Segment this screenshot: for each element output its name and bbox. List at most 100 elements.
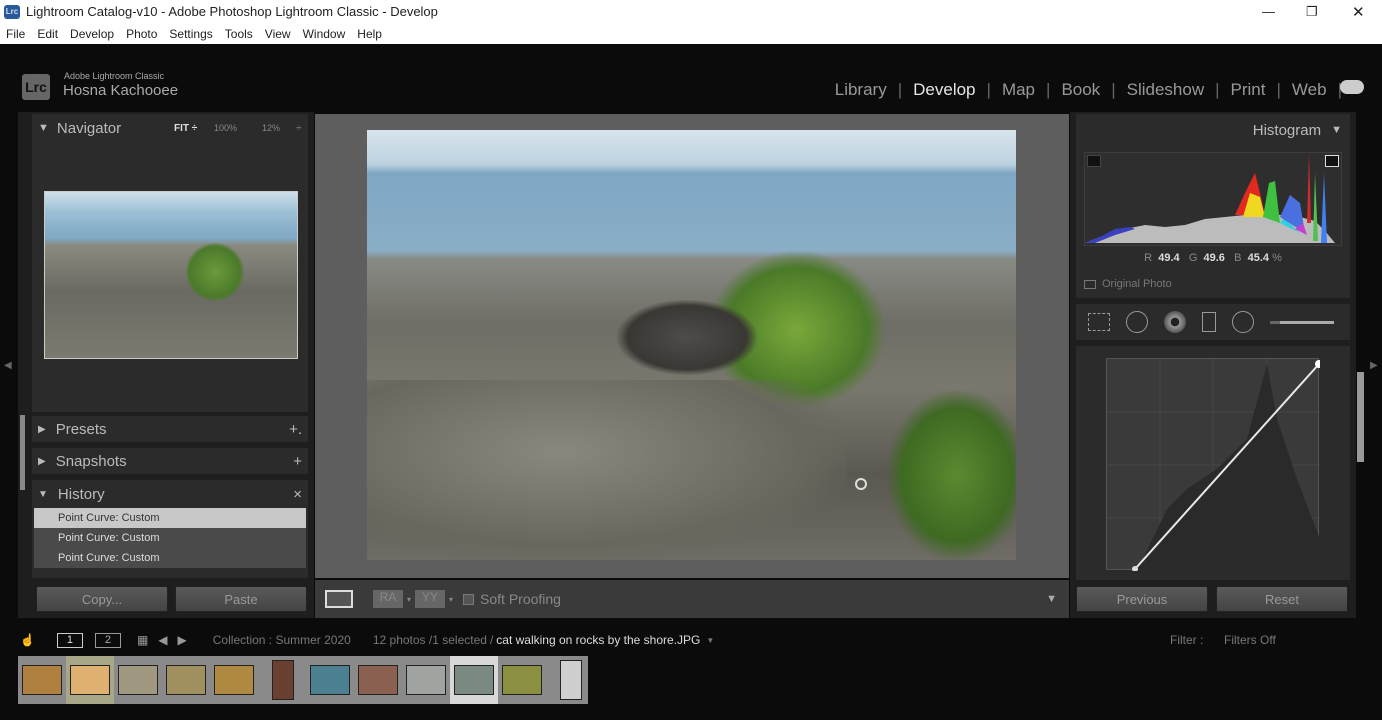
presets-panel[interactable]: ▶ Presets +. bbox=[32, 416, 308, 442]
snapshots-title: Snapshots bbox=[55, 452, 127, 470]
histogram-chart[interactable] bbox=[1084, 152, 1342, 246]
shadow-clipping-icon[interactable] bbox=[1087, 155, 1101, 167]
filmstrip-cell[interactable] bbox=[546, 656, 594, 704]
filmstrip-cell[interactable] bbox=[402, 656, 450, 704]
spot-removal-tool-icon[interactable] bbox=[1126, 311, 1148, 333]
thumbnail[interactable] bbox=[22, 665, 62, 695]
main-window-button[interactable]: 1 bbox=[56, 632, 83, 648]
before-after-button[interactable]: RA bbox=[373, 590, 403, 608]
thumbnail[interactable] bbox=[502, 665, 542, 695]
toolbar-menu-icon[interactable]: ▼ bbox=[1046, 593, 1057, 605]
histogram-green-spike bbox=[1313, 173, 1318, 241]
module-print[interactable]: Print bbox=[1220, 80, 1277, 100]
right-panel-toggle-icon[interactable]: ▶ bbox=[1370, 360, 1378, 371]
thumbnail[interactable] bbox=[214, 665, 254, 695]
soft-proofing-checkbox[interactable] bbox=[463, 593, 475, 605]
filmstrip-cell[interactable] bbox=[210, 656, 258, 704]
back-arrow-icon[interactable]: ◀ bbox=[158, 633, 167, 647]
filmstrip-cell[interactable] bbox=[306, 656, 354, 704]
navigator-preview[interactable] bbox=[44, 191, 298, 359]
zoom-fit[interactable]: FIT ÷ bbox=[174, 123, 197, 134]
grid-view-icon[interactable]: ▦ bbox=[137, 633, 148, 647]
history-item[interactable]: Point Curve: Custom bbox=[34, 528, 306, 548]
history-item[interactable]: Point Curve: Custom bbox=[34, 508, 306, 528]
menu-edit[interactable]: Edit bbox=[31, 27, 64, 41]
module-map[interactable]: Map bbox=[991, 80, 1046, 100]
filmstrip-cell[interactable] bbox=[258, 656, 306, 704]
collapse-triangle-icon[interactable]: ▼ bbox=[38, 122, 49, 134]
module-library[interactable]: Library bbox=[824, 80, 898, 100]
cloud-icon[interactable] bbox=[1340, 80, 1364, 94]
module-slideshow[interactable]: Slideshow bbox=[1116, 80, 1216, 100]
image-canvas[interactable] bbox=[315, 114, 1069, 578]
red-eye-tool-icon[interactable] bbox=[1164, 311, 1186, 333]
thumbnail[interactable] bbox=[560, 660, 582, 700]
swap-dropdown-icon[interactable]: ▾ bbox=[449, 595, 453, 604]
minimize-button[interactable]: — bbox=[1262, 4, 1275, 19]
filter-dropdown[interactable]: Filters Off bbox=[1224, 633, 1276, 647]
filename-dropdown-icon[interactable]: ▼ bbox=[706, 636, 714, 645]
collapse-triangle-icon[interactable]: ▼ bbox=[38, 489, 48, 500]
forward-arrow-icon[interactable]: ▶ bbox=[178, 633, 187, 647]
previous-button[interactable]: Previous bbox=[1076, 586, 1208, 612]
copy-button[interactable]: Copy... bbox=[36, 586, 168, 612]
filmstrip-cell[interactable] bbox=[450, 656, 498, 704]
zoom-custom[interactable]: 12% bbox=[262, 123, 280, 133]
collapse-triangle-icon[interactable]: ▼ bbox=[1331, 124, 1342, 136]
menu-tools[interactable]: Tools bbox=[219, 27, 259, 41]
filmstrip-cell[interactable] bbox=[162, 656, 210, 704]
left-scrollbar[interactable] bbox=[20, 415, 25, 490]
module-book[interactable]: Book bbox=[1050, 80, 1111, 100]
left-panel-toggle-icon[interactable]: ◀ bbox=[4, 360, 12, 371]
clear-history-icon[interactable]: × bbox=[293, 486, 302, 503]
radial-filter-icon[interactable] bbox=[1232, 311, 1254, 333]
menu-window[interactable]: Window bbox=[297, 27, 352, 41]
snapshots-panel[interactable]: ▶ Snapshots + bbox=[32, 448, 308, 474]
thumbnail[interactable] bbox=[118, 665, 158, 695]
thumbnail[interactable] bbox=[358, 665, 398, 695]
thumbnail[interactable] bbox=[166, 665, 206, 695]
second-window-button[interactable]: 2 bbox=[94, 632, 121, 648]
thumbnail[interactable] bbox=[406, 665, 446, 695]
zoom-100[interactable]: 100% bbox=[214, 123, 237, 133]
reset-button[interactable]: Reset bbox=[1216, 586, 1348, 612]
filmstrip-cell[interactable] bbox=[18, 656, 66, 704]
graduated-filter-icon[interactable] bbox=[1202, 312, 1216, 332]
add-snapshot-icon[interactable]: + bbox=[293, 453, 302, 470]
swap-button[interactable]: YY bbox=[415, 590, 446, 608]
filmstrip-cell[interactable] bbox=[354, 656, 402, 704]
menu-develop[interactable]: Develop bbox=[64, 27, 120, 41]
add-preset-icon[interactable]: +. bbox=[289, 421, 302, 438]
thumbnail[interactable] bbox=[454, 665, 494, 695]
menu-file[interactable]: File bbox=[0, 27, 31, 41]
before-after-dropdown-icon[interactable]: ▾ bbox=[407, 595, 411, 604]
menu-photo[interactable]: Photo bbox=[120, 27, 163, 41]
history-item[interactable]: Point Curve: Custom bbox=[34, 548, 306, 568]
module-develop[interactable]: Develop bbox=[902, 80, 986, 100]
menu-help[interactable]: Help bbox=[351, 27, 388, 41]
module-web[interactable]: Web bbox=[1281, 80, 1338, 100]
highlight-clipping-icon[interactable] bbox=[1325, 155, 1339, 167]
tool-strip bbox=[1076, 304, 1350, 340]
filmstrip-cell[interactable] bbox=[66, 656, 114, 704]
adjustment-brush-slider[interactable] bbox=[1270, 320, 1334, 324]
right-scrollbar[interactable] bbox=[1357, 372, 1364, 462]
close-button[interactable]: ✕ bbox=[1352, 3, 1365, 21]
filmstrip-cell[interactable] bbox=[114, 656, 162, 704]
filmstrip-cell[interactable] bbox=[498, 656, 546, 704]
paste-button[interactable]: Paste bbox=[175, 586, 307, 612]
zoom-spinner-icon[interactable]: ÷ bbox=[296, 123, 302, 134]
thumbnail[interactable] bbox=[70, 665, 110, 695]
menu-settings[interactable]: Settings bbox=[163, 27, 218, 41]
selected-filename[interactable]: cat walking on rocks by the shore.JPG bbox=[496, 633, 700, 647]
loupe-view-button[interactable] bbox=[325, 590, 353, 608]
thumbnail[interactable] bbox=[310, 665, 350, 695]
main-photo[interactable] bbox=[367, 130, 1016, 560]
tone-curve-chart[interactable] bbox=[1106, 358, 1323, 572]
original-photo-checkbox[interactable] bbox=[1084, 279, 1096, 289]
maximize-button[interactable]: ❐ bbox=[1306, 4, 1318, 20]
thumbnail[interactable] bbox=[272, 660, 294, 700]
menu-view[interactable]: View bbox=[259, 27, 297, 41]
crop-tool-icon[interactable] bbox=[1088, 313, 1110, 331]
touch-icon[interactable]: ☝ bbox=[20, 633, 35, 647]
